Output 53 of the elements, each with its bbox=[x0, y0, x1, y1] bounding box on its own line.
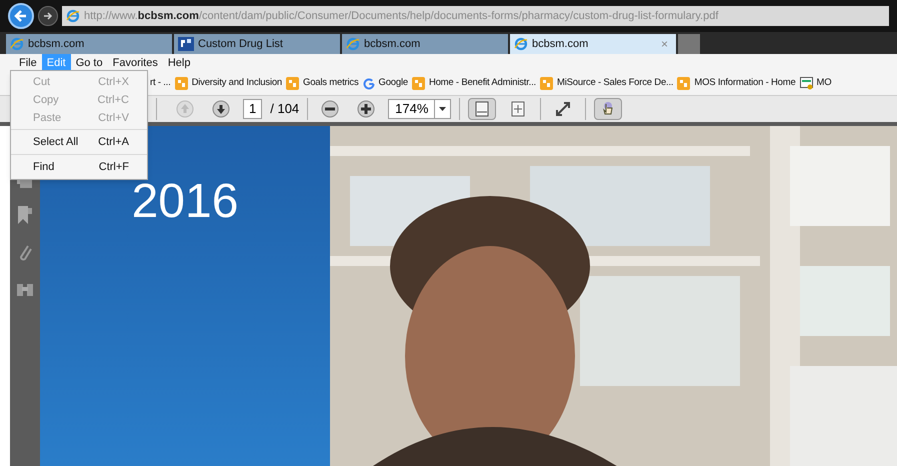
site-icon bbox=[174, 77, 188, 90]
browser-icon bbox=[10, 37, 24, 51]
menu-item[interactable]: Favorites bbox=[108, 54, 163, 72]
menu-item[interactable]: File bbox=[14, 54, 42, 72]
expand-arrows-icon bbox=[555, 101, 572, 117]
page-count: / 104 bbox=[270, 100, 300, 118]
menu-item[interactable]: Go to bbox=[70, 54, 108, 72]
page-number-field[interactable]: 1 bbox=[243, 99, 262, 119]
favorite-link[interactable]: Home - Benefit Administr... bbox=[428, 76, 536, 91]
forward-button[interactable] bbox=[38, 6, 58, 26]
fit-width-button[interactable] bbox=[468, 98, 496, 120]
site-icon bbox=[540, 77, 553, 90]
tab-title: bcbsm.com bbox=[532, 36, 590, 52]
url-text: http://www.bcbsm.com/content/dam/public/Consumer/Documents/help/documents-forms/pharmacy/custom-drug-list-formulary.pdf bbox=[84, 8, 718, 24]
app-icon bbox=[800, 77, 813, 90]
caret-icon bbox=[439, 107, 446, 111]
tab-title: bcbsm.com bbox=[28, 36, 86, 52]
menu-entry[interactable]: Select All Ctrl+A bbox=[11, 129, 147, 152]
plus-icon bbox=[357, 100, 376, 118]
tab-title: bcbsm.com bbox=[364, 36, 422, 52]
fit-page-icon bbox=[510, 101, 526, 117]
zoom-dropdown[interactable]: 174% bbox=[388, 99, 452, 119]
back-arrow-icon bbox=[14, 9, 28, 23]
browser-icon bbox=[514, 37, 528, 51]
browser-icon bbox=[346, 37, 360, 51]
menu-entry[interactable]: Find Ctrl+F bbox=[11, 154, 147, 177]
browser-tab[interactable]: bcbsm.com bbox=[6, 34, 172, 54]
site-icon bbox=[286, 77, 300, 90]
google-icon bbox=[362, 78, 374, 90]
favorite-link[interactable]: rt - ... bbox=[150, 76, 171, 91]
puzzle-icon bbox=[178, 37, 194, 51]
favorite-link[interactable]: MOS Information - Home bbox=[694, 76, 796, 91]
menu-item[interactable]: Help bbox=[162, 54, 196, 72]
browser-tab[interactable]: Custom Drug List bbox=[174, 34, 340, 54]
forward-arrow-icon bbox=[43, 11, 53, 21]
hand-tool-button[interactable] bbox=[594, 98, 622, 120]
cover-year: 2016 bbox=[132, 178, 238, 226]
favorite-link[interactable]: MiSource - Sales Force De... bbox=[557, 76, 674, 91]
favorite-link[interactable]: Google bbox=[378, 76, 408, 91]
tab-title: Custom Drug List bbox=[198, 36, 284, 52]
favorite-link[interactable]: Diversity and Inclusion bbox=[192, 76, 282, 91]
favorite-link[interactable]: Goals metrics bbox=[303, 76, 358, 91]
address-field[interactable]: http://www.bcbsm.com/content/dam/public/Consumer/Documents/help/documents-forms/pharmacy/custom-drug-list-formulary.pdf bbox=[62, 6, 889, 26]
minus-icon bbox=[321, 100, 340, 118]
browser-tab[interactable]: bcbsm.com bbox=[342, 34, 508, 54]
site-icon bbox=[412, 77, 425, 90]
browser-tab[interactable]: bcbsm.com × bbox=[510, 34, 676, 54]
browser-icon bbox=[66, 9, 80, 23]
fit-width-icon bbox=[474, 101, 490, 117]
bookmark-icon[interactable] bbox=[18, 206, 32, 224]
back-button[interactable] bbox=[8, 3, 34, 29]
site-icon bbox=[677, 77, 690, 90]
favorite-link[interactable]: MO bbox=[816, 76, 832, 91]
